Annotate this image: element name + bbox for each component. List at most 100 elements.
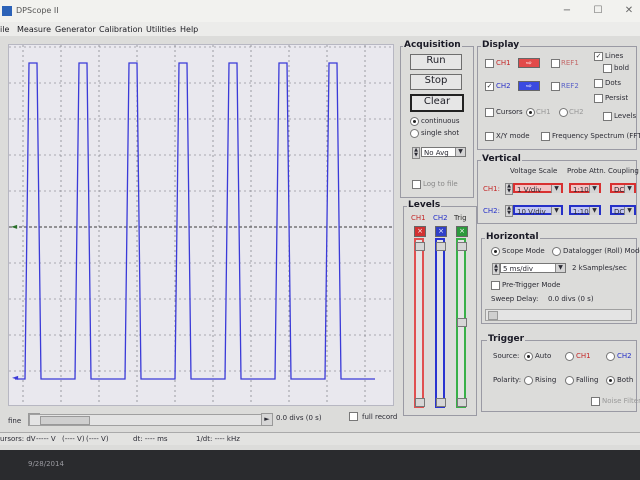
- averaging-dropdown[interactable]: No Avg ▼: [421, 147, 466, 157]
- ch1-offset-marker[interactable]: ◄: [12, 373, 19, 382]
- ch2-scale-dropdown[interactable]: 10 V/div ▼: [513, 205, 563, 216]
- rising-radio[interactable]: [524, 376, 533, 385]
- ch1-coupling-dropdown[interactable]: DC ▼: [610, 183, 636, 194]
- chevron-down-icon: ▼: [624, 207, 634, 215]
- status-v2-value: (---- V): [86, 435, 109, 443]
- ch1-display-label: CH1: [496, 59, 511, 67]
- ch2-coupling-dropdown[interactable]: DC ▼: [610, 205, 636, 216]
- persist-checkbox[interactable]: [594, 94, 603, 103]
- ch2-display-checkbox[interactable]: ✓: [485, 82, 494, 91]
- sweep-delay-slider[interactable]: [485, 309, 632, 321]
- falling-radio[interactable]: [565, 376, 574, 385]
- lines-checkbox[interactable]: ✓: [594, 52, 603, 61]
- single-shot-radio[interactable]: [410, 129, 419, 138]
- both-radio[interactable]: [606, 376, 615, 385]
- ch1-level-thumb[interactable]: [415, 242, 425, 251]
- cursors-checkbox[interactable]: [485, 108, 494, 117]
- chevron-down-icon: ▼: [455, 148, 465, 156]
- time-scrollbar[interactable]: [29, 414, 269, 426]
- ch1-coupling-value: DC: [614, 186, 625, 194]
- ch2-color-button[interactable]: ⇨: [518, 81, 540, 91]
- datalogger-mode-radio[interactable]: [552, 247, 561, 256]
- cursor-ch1-label: CH1: [536, 108, 551, 116]
- ch2-scale-spinner[interactable]: ▲ ▼: [505, 205, 513, 217]
- timebase-dropdown[interactable]: 5 ms/div ▼: [500, 263, 566, 273]
- sweep-delay-value: 0.0 divs (0 s): [548, 295, 594, 303]
- timebase-spinner[interactable]: ▲ ▼: [492, 263, 500, 275]
- trig-level-reset-icon[interactable]: ×: [456, 226, 468, 237]
- menu-calibration[interactable]: Calibration: [99, 25, 143, 34]
- ch1-display-checkbox[interactable]: [485, 59, 494, 68]
- ch2-display-label: CH2: [496, 82, 511, 90]
- ch1-scale-spinner[interactable]: ▲ ▼: [505, 183, 513, 195]
- ref1-checkbox[interactable]: [551, 59, 560, 68]
- cursor-ch2-radio[interactable]: [559, 108, 568, 117]
- close-button[interactable]: ✕: [622, 5, 636, 16]
- cursor-ch1-radio[interactable]: [526, 108, 535, 117]
- ch2-level-thumb[interactable]: [436, 242, 446, 251]
- clear-button[interactable]: Clear: [410, 94, 464, 112]
- title-bar: DPScope II − ☐ ✕: [0, 0, 640, 22]
- trig-level-thumb[interactable]: [457, 242, 467, 251]
- chevron-down-icon: ▼: [589, 207, 599, 215]
- polarity-label: Polarity:: [493, 376, 522, 384]
- scope-display[interactable]: ◄ ◄: [8, 44, 394, 406]
- menu-help[interactable]: Help: [180, 25, 198, 34]
- trig-level-thumb-bottom[interactable]: [457, 398, 467, 407]
- cursors-label: Cursors: [496, 108, 523, 116]
- ch1-level-slider[interactable]: [414, 238, 425, 408]
- fft-checkbox[interactable]: [541, 132, 550, 141]
- sweep-delay-thumb[interactable]: [488, 311, 498, 320]
- avg-spinner[interactable]: ▲ ▼: [412, 147, 420, 159]
- minimize-button[interactable]: −: [560, 5, 574, 16]
- bold-label: bold: [614, 64, 630, 72]
- stop-button[interactable]: Stop: [410, 74, 462, 90]
- ch1-probe-dropdown[interactable]: 1:10 ▼: [569, 183, 601, 194]
- single-shot-label: single shot: [421, 129, 460, 137]
- run-button[interactable]: Run: [410, 54, 462, 70]
- bold-checkbox[interactable]: [603, 64, 612, 73]
- dots-label: Dots: [605, 79, 622, 87]
- log-to-file-checkbox[interactable]: [412, 180, 421, 189]
- pretrigger-checkbox[interactable]: [491, 281, 500, 290]
- app-icon: [2, 6, 12, 16]
- ch1-level-thumb-bottom[interactable]: [415, 398, 425, 407]
- scope-grid: [9, 45, 393, 405]
- ch2-level-reset-icon[interactable]: ×: [435, 226, 447, 237]
- dots-checkbox[interactable]: [594, 79, 603, 88]
- rising-label: Rising: [535, 376, 557, 384]
- datalogger-mode-label: Datalogger (Roll) Mode: [563, 247, 640, 255]
- trig-level-thumb-mid[interactable]: [457, 318, 467, 327]
- scope-mode-radio[interactable]: [491, 247, 500, 256]
- ch1-color-button[interactable]: ⇨: [518, 58, 540, 68]
- trigger-ch2-radio[interactable]: [606, 352, 615, 361]
- scroll-right-button[interactable]: ►: [261, 413, 273, 426]
- trig-level-slider[interactable]: [456, 238, 467, 408]
- ch1-scale-dropdown[interactable]: 1 V/div ▼: [513, 183, 563, 194]
- xy-mode-checkbox[interactable]: [485, 132, 494, 141]
- menu-utilities[interactable]: Utilities: [146, 25, 176, 34]
- menu-measure[interactable]: Measure: [17, 25, 51, 34]
- noise-filter-checkbox[interactable]: [591, 397, 600, 406]
- full-record-checkbox[interactable]: [349, 412, 358, 421]
- trigger-ch1-radio[interactable]: [565, 352, 574, 361]
- taskbar-date: 9/28/2014: [28, 460, 64, 468]
- noise-filter-label: Noise Filter: [602, 397, 640, 405]
- menu-generator[interactable]: Generator: [55, 25, 96, 34]
- level-trig-label: Trig: [454, 214, 467, 222]
- continuous-label: continuous: [421, 117, 460, 125]
- maximize-button[interactable]: ☐: [591, 5, 605, 16]
- menu-file[interactable]: ile: [0, 25, 9, 34]
- ref2-checkbox[interactable]: [551, 82, 560, 91]
- horizontal-title: Horizontal: [485, 232, 540, 242]
- ch2-level-slider[interactable]: [435, 238, 446, 408]
- trigger-auto-radio[interactable]: [524, 352, 533, 361]
- time-scroll-thumb[interactable]: [40, 416, 90, 425]
- ch2-level-thumb-bottom[interactable]: [436, 398, 446, 407]
- levels-checkbox[interactable]: [603, 112, 612, 121]
- ch1-level-reset-icon[interactable]: ×: [414, 226, 426, 237]
- ch2-probe-dropdown[interactable]: 1:10 ▼: [569, 205, 601, 216]
- status-cursors-label: ursors: dV: [0, 435, 36, 443]
- continuous-radio[interactable]: [410, 117, 419, 126]
- trigger-marker[interactable]: ◄: [11, 222, 18, 231]
